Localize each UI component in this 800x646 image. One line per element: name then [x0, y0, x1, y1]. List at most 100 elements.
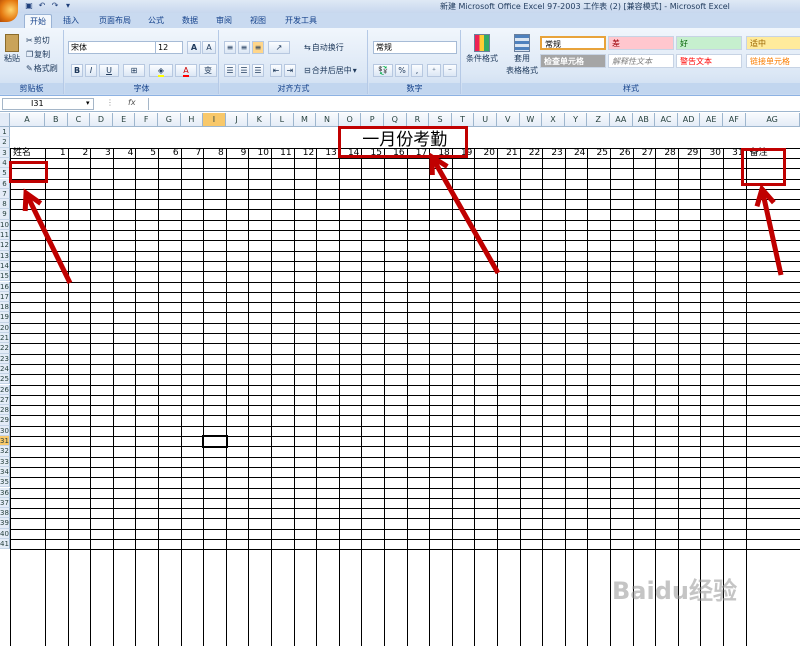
row-header-15[interactable]: 15 — [0, 271, 10, 282]
column-header-W[interactable]: W — [519, 113, 543, 127]
align-left-button[interactable]: ☰ — [224, 64, 236, 77]
column-header-J[interactable]: J — [225, 113, 249, 127]
day-header-cell[interactable]: 21 — [497, 146, 517, 160]
day-header-cell[interactable]: 28 — [655, 146, 675, 160]
font-name-dropdown[interactable]: 宋体 — [68, 41, 156, 54]
name-box[interactable]: I31 — [2, 98, 94, 110]
cell-style-4[interactable]: 检查单元格 — [540, 54, 606, 68]
day-header-cell[interactable]: 12 — [294, 146, 314, 160]
column-header-E[interactable]: E — [112, 113, 136, 127]
italic-button[interactable]: I — [85, 64, 97, 77]
day-header-cell[interactable]: 1 — [45, 146, 66, 160]
column-header-M[interactable]: M — [293, 113, 317, 127]
column-header-AC[interactable]: AC — [655, 113, 678, 127]
save-icon[interactable]: ▣ — [24, 1, 34, 11]
row-header-13[interactable]: 13 — [0, 250, 10, 261]
cell-style-5[interactable]: 解释性文本 — [608, 54, 674, 68]
row-header-9[interactable]: 9 — [0, 209, 10, 220]
align-center-button[interactable]: ☰ — [238, 64, 250, 77]
align-bottom-button[interactable]: ≡ — [252, 41, 264, 54]
row-header-27[interactable]: 27 — [0, 394, 10, 406]
row-header-34[interactable]: 34 — [0, 466, 10, 478]
day-header-cell[interactable]: 30 — [700, 146, 721, 160]
tab-page-layout[interactable]: 页面布局 — [94, 14, 136, 28]
increase-decimal-button[interactable]: ⁺ — [427, 64, 441, 77]
row-header-37[interactable]: 37 — [0, 497, 10, 509]
column-header-I[interactable]: I — [203, 113, 226, 127]
merge-center-button[interactable]: ⊟ 合并后居中 ▾ — [304, 65, 357, 76]
column-header-N[interactable]: N — [316, 113, 339, 127]
day-header-cell[interactable]: 27 — [633, 146, 653, 160]
row-header-10[interactable]: 10 — [0, 219, 10, 230]
format-painter-button[interactable]: ✎ 格式刷 — [26, 63, 58, 74]
font-size-dropdown[interactable]: 12 — [155, 41, 183, 54]
select-all-corner[interactable] — [0, 113, 10, 127]
align-right-button[interactable]: ☰ — [252, 64, 264, 77]
row-header-35[interactable]: 35 — [0, 477, 10, 488]
row-header-40[interactable]: 40 — [0, 528, 10, 539]
row-header-33[interactable]: 33 — [0, 456, 10, 467]
row-header-29[interactable]: 29 — [0, 415, 10, 426]
name-box-dropdown-icon[interactable]: ▾ — [86, 99, 90, 107]
grow-font-button[interactable]: A — [187, 41, 201, 54]
shrink-font-button[interactable]: A — [202, 41, 216, 54]
row-header-3[interactable]: 3 — [0, 147, 10, 158]
column-header-O[interactable]: O — [338, 113, 362, 127]
row-header-23[interactable]: 23 — [0, 353, 10, 364]
cell-style-7[interactable]: 链接单元格 — [746, 54, 800, 68]
column-header-AG[interactable]: AG — [745, 113, 800, 127]
day-header-cell[interactable]: 24 — [565, 146, 585, 160]
day-header-cell[interactable]: 5 — [135, 146, 156, 160]
tab-formulas[interactable]: 公式 — [144, 14, 168, 28]
column-header-G[interactable]: G — [158, 113, 181, 127]
underline-button[interactable]: U — [99, 64, 119, 77]
row-header-12[interactable]: 12 — [0, 240, 10, 251]
column-header-D[interactable]: D — [90, 113, 113, 127]
day-header-cell[interactable]: 8 — [203, 146, 224, 160]
column-header-Y[interactable]: Y — [564, 113, 588, 127]
column-header-B[interactable]: B — [45, 113, 68, 127]
fill-color-button[interactable]: ◈ — [149, 64, 173, 77]
tab-view[interactable]: 视图 — [246, 14, 270, 28]
column-header-H[interactable]: H — [180, 113, 204, 127]
day-header-cell[interactable]: 9 — [226, 146, 247, 160]
paste-button[interactable]: 粘贴 — [2, 34, 22, 64]
tab-developer[interactable]: 开发工具 — [280, 14, 322, 28]
name-header-cell[interactable]: 姓名 — [13, 146, 44, 160]
day-header-cell[interactable]: 26 — [610, 146, 630, 160]
day-header-cell[interactable]: 22 — [520, 146, 540, 160]
orientation-button[interactable]: ↗ — [268, 41, 290, 54]
row-header-11[interactable]: 11 — [0, 230, 10, 241]
insert-function-button[interactable]: fx — [128, 98, 146, 110]
day-header-cell[interactable]: 11 — [271, 146, 291, 160]
cell-style-1[interactable]: 差 — [608, 36, 674, 50]
day-header-cell[interactable]: 10 — [248, 146, 269, 160]
row-header-26[interactable]: 26 — [0, 384, 10, 395]
row-header-20[interactable]: 20 — [0, 322, 10, 333]
row-header-7[interactable]: 7 — [0, 188, 10, 200]
tab-insert[interactable]: 插入 — [58, 14, 84, 28]
row-header-14[interactable]: 14 — [0, 260, 10, 272]
qat-dropdown-icon[interactable]: ▾ — [63, 1, 73, 11]
day-header-cell[interactable]: 20 — [474, 146, 495, 160]
row-header-41[interactable]: 41 — [0, 539, 10, 550]
row-header-36[interactable]: 36 — [0, 487, 10, 498]
day-header-cell[interactable]: 25 — [587, 146, 608, 160]
row-header-31[interactable]: 31 — [0, 436, 10, 447]
column-header-X[interactable]: X — [542, 113, 565, 127]
copy-button[interactable]: ❐ 复制 — [26, 49, 50, 60]
column-header-Z[interactable]: Z — [587, 113, 610, 127]
column-header-V[interactable]: V — [497, 113, 520, 127]
percent-button[interactable]: % — [395, 64, 409, 77]
row-header-30[interactable]: 30 — [0, 425, 10, 436]
column-header-AA[interactable]: AA — [610, 113, 633, 127]
align-top-button[interactable]: ≡ — [224, 41, 236, 54]
row-header-25[interactable]: 25 — [0, 374, 10, 385]
cell-style-0[interactable]: 常规 — [540, 36, 606, 50]
bold-button[interactable]: B — [71, 64, 83, 77]
day-header-cell[interactable]: 4 — [113, 146, 134, 160]
day-header-cell[interactable]: 6 — [158, 146, 179, 160]
row-header-1[interactable]: 1 — [0, 127, 10, 138]
row-header-19[interactable]: 19 — [0, 312, 10, 323]
tab-home[interactable]: 开始 — [24, 14, 52, 28]
